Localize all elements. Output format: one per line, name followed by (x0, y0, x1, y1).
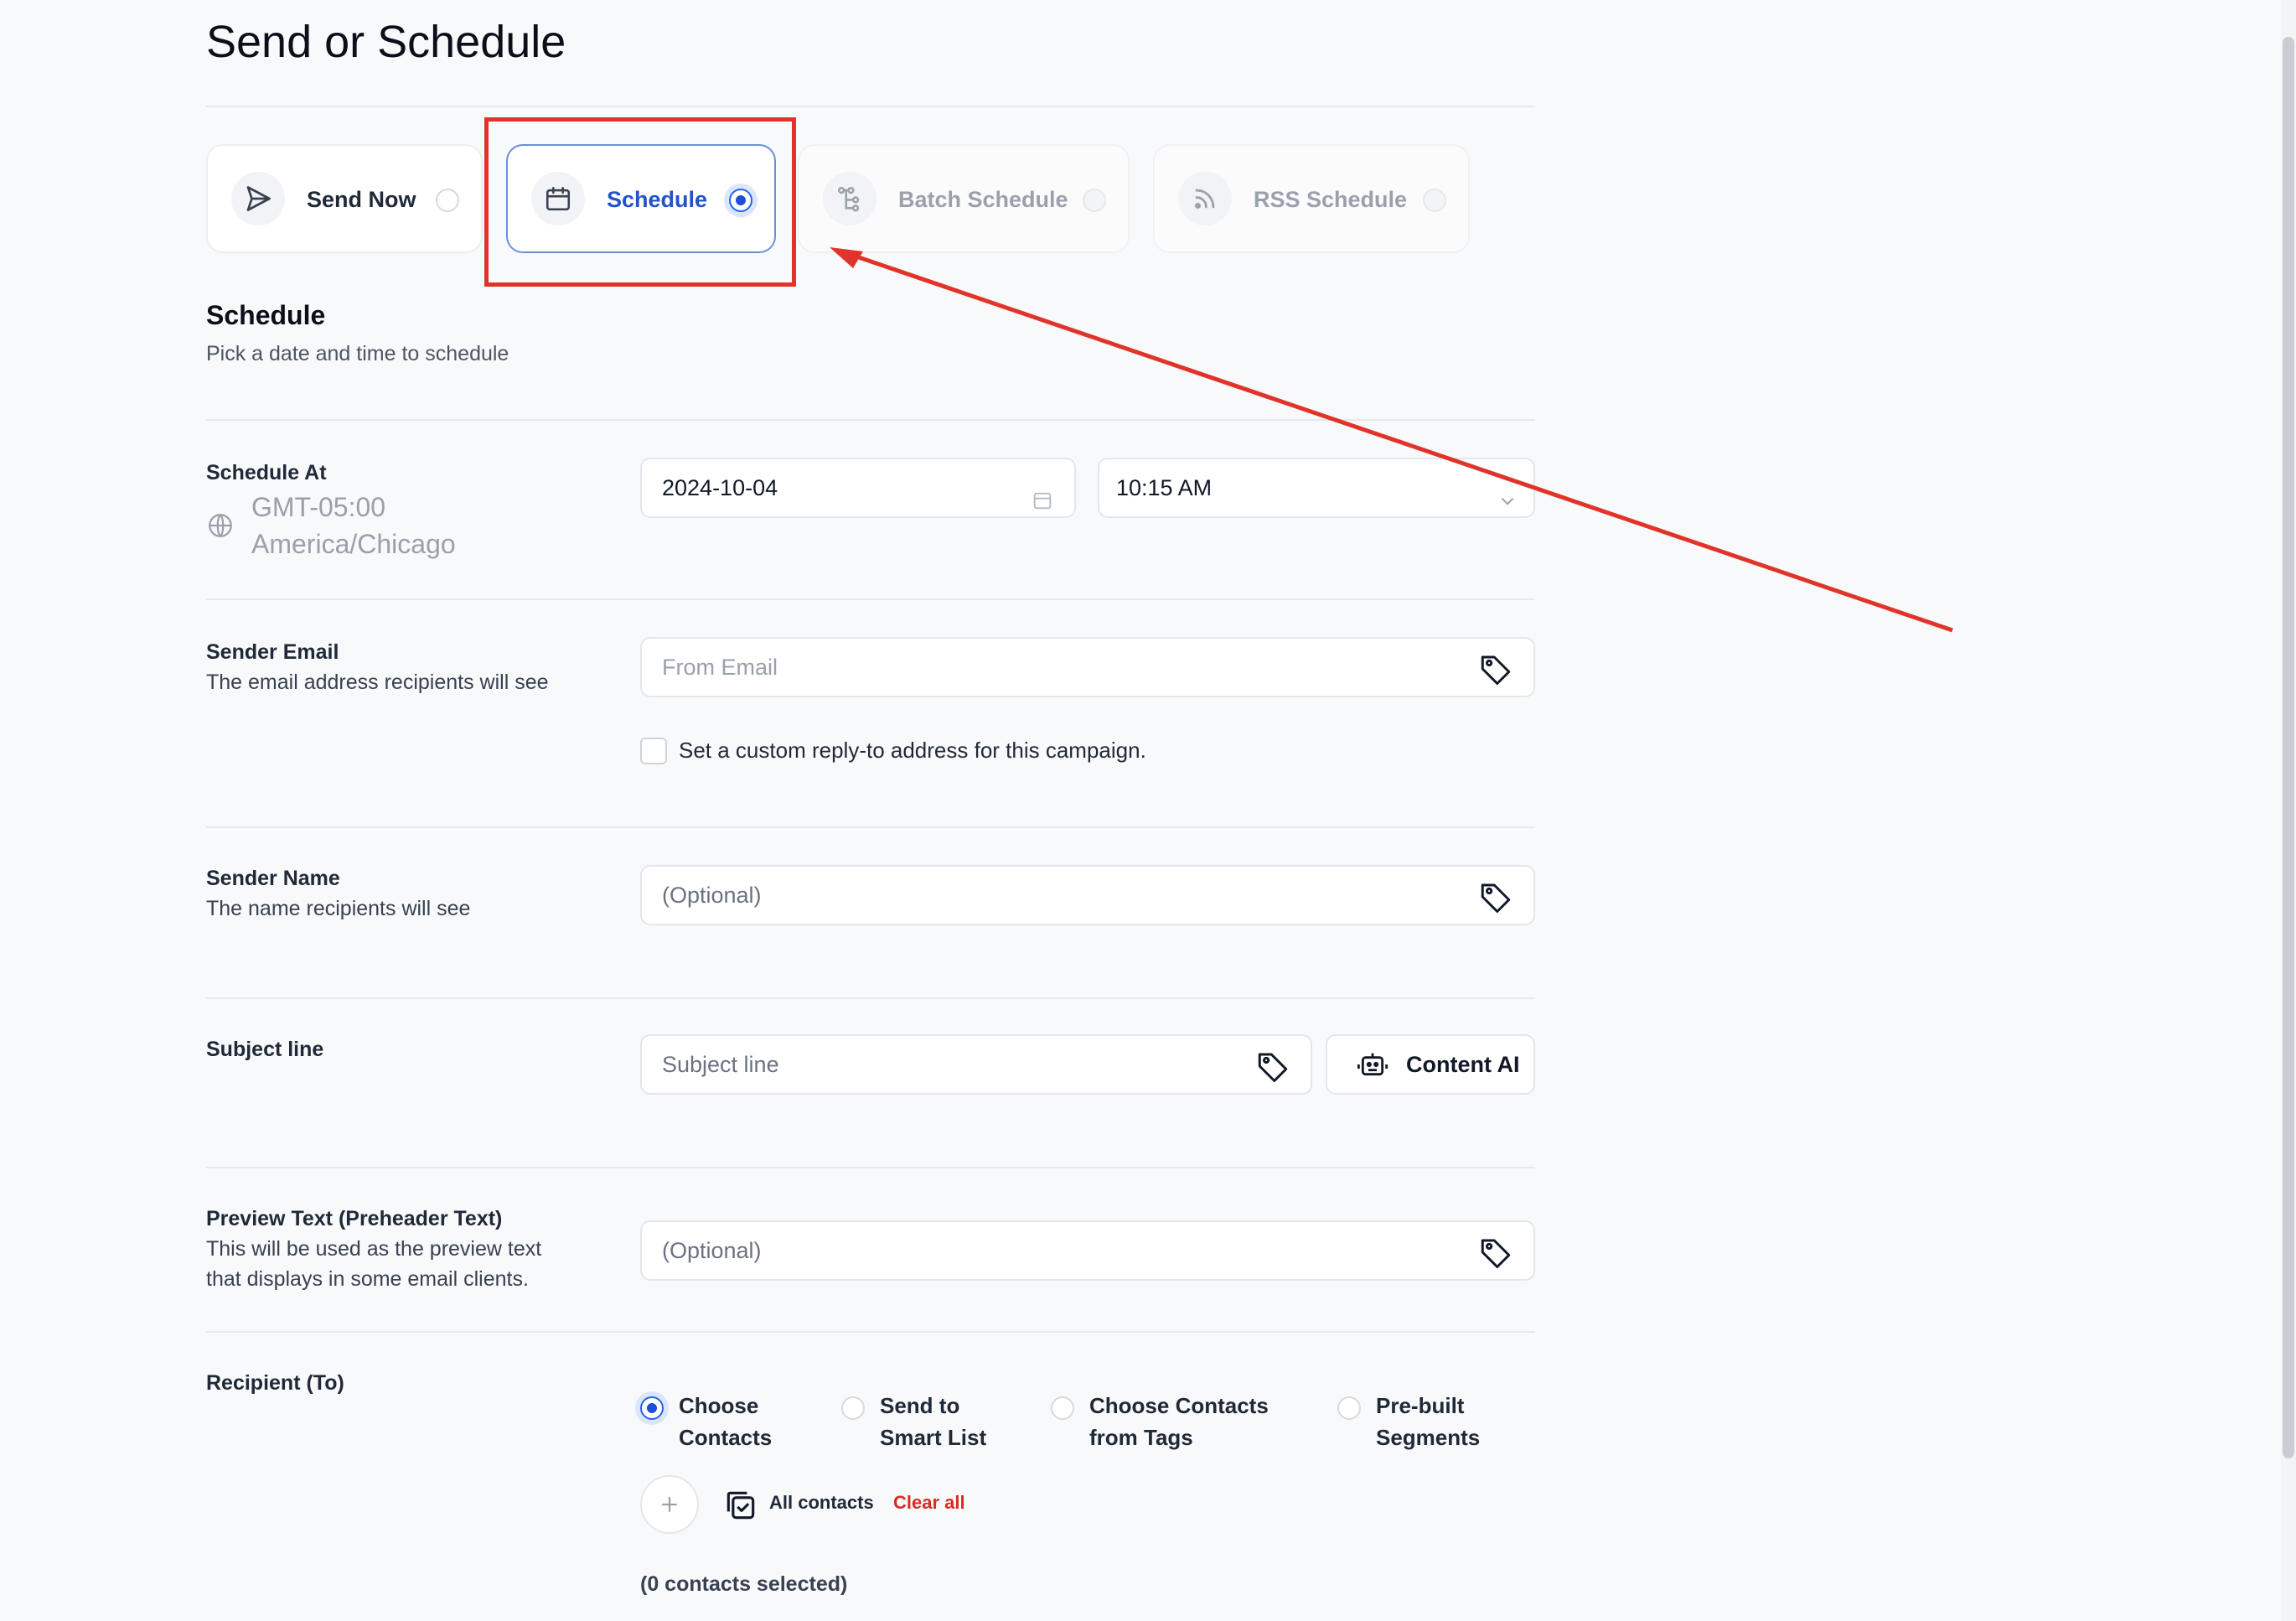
annotation-arrow (830, 247, 1953, 633)
